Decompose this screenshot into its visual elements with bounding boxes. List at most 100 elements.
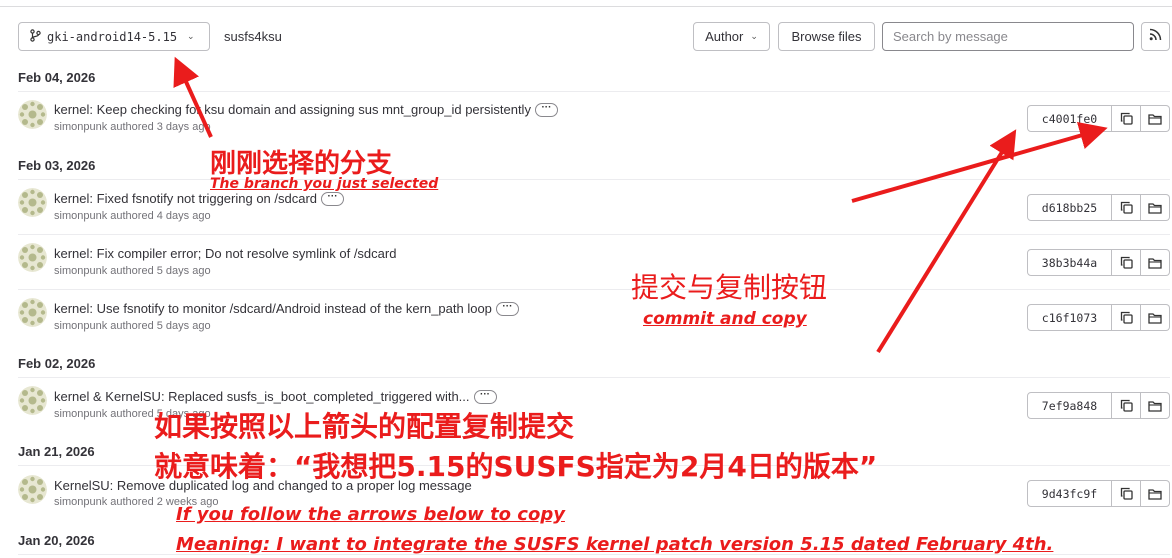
row-divider [18, 377, 1170, 378]
annotation-meaning-en-1: If you follow the arrows below to copy [176, 504, 565, 525]
author-filter-button[interactable]: Author ⌄ [693, 22, 770, 51]
commit-sha[interactable]: 7ef9a848 [1027, 392, 1112, 419]
avatar-pattern-icon [18, 298, 47, 327]
commit-author[interactable]: simonpunk [54, 408, 107, 420]
expand-message-button[interactable]: ··· [321, 191, 345, 206]
copy-sha-button[interactable] [1112, 105, 1141, 132]
date-header: Feb 02, 2026 [18, 356, 96, 371]
breadcrumb-path[interactable]: susfs4ksu [224, 29, 282, 44]
browse-tree-button[interactable] [1141, 105, 1170, 132]
annotation-commit-cn: 提交与复制按钮 [631, 271, 828, 304]
commit-sha[interactable]: d618bb25 [1027, 194, 1112, 221]
avatar[interactable] [18, 298, 47, 327]
annotation-branch-en: The branch you just selected [210, 176, 439, 192]
folder-icon [1148, 257, 1162, 269]
avatar[interactable] [18, 188, 47, 217]
expand-message-button[interactable]: ··· [473, 389, 497, 404]
folder-icon [1148, 202, 1162, 214]
browse-tree-button[interactable] [1141, 304, 1170, 331]
commit-sha[interactable]: c16f1073 [1027, 304, 1112, 331]
date-header: Feb 04, 2026 [18, 70, 96, 85]
copy-icon [1120, 311, 1133, 324]
commit-sha[interactable]: 38b3b44a [1027, 249, 1112, 276]
avatar-pattern-icon [18, 188, 47, 217]
expand-message-button[interactable]: ··· [534, 102, 558, 117]
arrow-to-sha [876, 129, 1017, 354]
folder-icon [1148, 488, 1162, 500]
copy-sha-button[interactable] [1112, 249, 1141, 276]
search-input[interactable] [882, 22, 1134, 51]
browse-tree-button[interactable] [1141, 480, 1170, 507]
branch-selector[interactable]: gki-android14-5.15 ⌄ [18, 22, 210, 51]
copy-icon [1120, 487, 1133, 500]
commit-author[interactable]: simonpunk [54, 320, 107, 332]
avatar-pattern-icon [18, 475, 47, 504]
browse-tree-button[interactable] [1141, 194, 1170, 221]
commit-message[interactable]: kernel: Use fsnotify to monitor /sdcard/… [54, 301, 492, 316]
commit-author[interactable]: simonpunk [54, 265, 107, 277]
avatar[interactable] [18, 475, 47, 504]
browse-tree-button[interactable] [1141, 249, 1170, 276]
browse-tree-button[interactable] [1141, 392, 1170, 419]
commit-time: authored 5 days ago [110, 265, 211, 277]
annotation-branch-cn: 刚刚选择的分支 [210, 149, 393, 179]
commit-title[interactable]: kernel & KernelSU: Replaced susfs_is_boo… [54, 389, 497, 404]
row-divider [18, 234, 1170, 235]
commit-message[interactable]: kernel: Fix compiler error; Do not resol… [54, 246, 396, 261]
commit-time: authored 3 days ago [110, 121, 211, 133]
commit-sha[interactable]: c4001fe0 [1027, 105, 1112, 132]
annotation-meaning-cn-1: 如果按照以上箭头的配置复制提交 [154, 410, 575, 443]
commit-message[interactable]: kernel & KernelSU: Replaced susfs_is_boo… [54, 389, 470, 404]
commit-sha[interactable]: 9d43fc9f [1027, 480, 1112, 507]
commit-actions: c16f1073 [1027, 304, 1170, 331]
commit-title[interactable]: kernel: Fix compiler error; Do not resol… [54, 246, 396, 261]
commit-title[interactable]: kernel: Use fsnotify to monitor /sdcard/… [54, 301, 519, 316]
avatar-pattern-icon [18, 386, 47, 415]
commit-title[interactable]: kernel: Fixed fsnotify not triggering on… [54, 191, 345, 206]
annotation-meaning-cn-2: 就意味着：“我想把5.15的SUSFS指定为2月4日的版本” [154, 450, 878, 483]
row-divider [18, 179, 1170, 180]
commit-message[interactable]: kernel: Fixed fsnotify not triggering on… [54, 191, 317, 206]
commit-actions: d618bb25 [1027, 194, 1170, 221]
branch-name: gki-android14-5.15 [47, 29, 178, 44]
commit-time: authored 5 days ago [110, 320, 211, 332]
date-header: Jan 20, 2026 [18, 533, 95, 548]
commit-title[interactable]: kernel: Keep checking for ksu domain and… [54, 102, 558, 117]
copy-sha-button[interactable] [1112, 392, 1141, 419]
copy-sha-button[interactable] [1112, 304, 1141, 331]
commit-meta: simonpunk authored 4 days ago [54, 210, 211, 222]
commit-author[interactable]: simonpunk [54, 210, 107, 222]
copy-icon [1120, 112, 1133, 125]
commit-actions: 9d43fc9f [1027, 480, 1170, 507]
arrow-to-copy [851, 122, 1108, 203]
copy-icon [1120, 256, 1133, 269]
commit-author[interactable]: simonpunk [54, 496, 107, 508]
commit-time: authored 4 days ago [110, 210, 211, 222]
annotation-commit-en: commit and copy [643, 309, 807, 329]
copy-icon [1120, 201, 1133, 214]
expand-message-button[interactable]: ··· [495, 301, 519, 316]
folder-icon [1148, 400, 1162, 412]
top-divider [0, 6, 1172, 7]
commit-actions: 38b3b44a [1027, 249, 1170, 276]
date-header: Jan 21, 2026 [18, 444, 95, 459]
copy-sha-button[interactable] [1112, 194, 1141, 221]
branch-icon [30, 28, 41, 45]
avatar-pattern-icon [18, 100, 47, 129]
commit-meta: simonpunk authored 3 days ago [54, 121, 211, 133]
row-divider [18, 91, 1170, 92]
rss-feed-button[interactable] [1141, 22, 1170, 51]
avatar-pattern-icon [18, 243, 47, 272]
avatar[interactable] [18, 100, 47, 129]
avatar[interactable] [18, 243, 47, 272]
rss-icon [1149, 28, 1162, 46]
avatar[interactable] [18, 386, 47, 415]
folder-icon [1148, 113, 1162, 125]
browse-files-button[interactable]: Browse files [778, 22, 875, 51]
commit-author[interactable]: simonpunk [54, 121, 107, 133]
chevron-down-icon: ⌄ [187, 31, 195, 42]
annotation-meaning-en-2: Meaning: I want to integrate the SUSFS k… [176, 534, 1054, 555]
copy-sha-button[interactable] [1112, 480, 1141, 507]
row-divider [18, 289, 1170, 290]
commit-message[interactable]: kernel: Keep checking for ksu domain and… [54, 102, 531, 117]
